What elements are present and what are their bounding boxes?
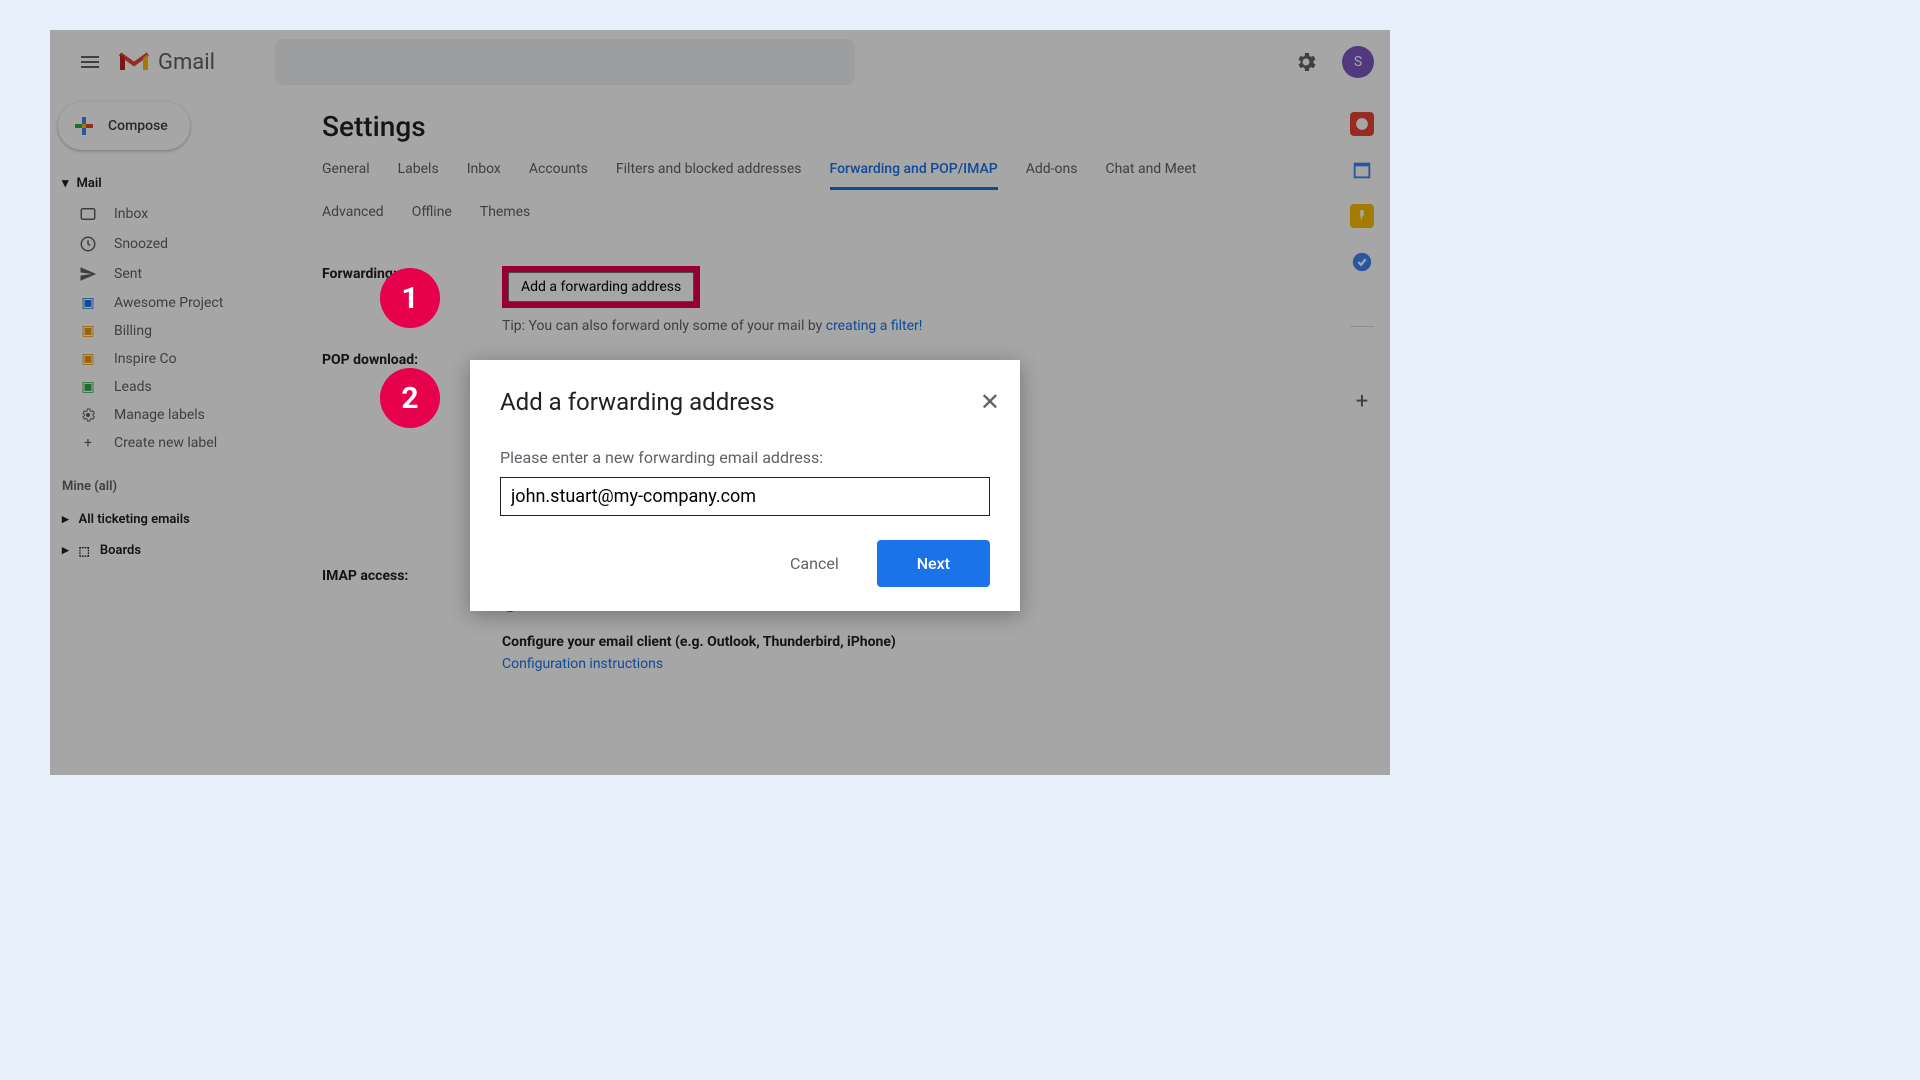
chevron-right-icon: ▸ [62,543,69,558]
add-addon-button[interactable]: + [1356,389,1368,414]
settings-gear-button[interactable] [1286,42,1326,82]
sidebar-item-inbox[interactable]: Inbox [50,199,306,229]
sidebar-item-inspire-co[interactable]: ▣Inspire Co [50,345,306,373]
close-icon: ✕ [980,388,1000,416]
hamburger-menu-button[interactable] [66,38,114,86]
top-bar: Gmail S [50,30,1390,94]
compose-label: Compose [108,118,168,134]
label-icon: ▣ [78,323,98,339]
label-icon: ▣ [78,295,98,311]
tab-advanced[interactable]: Advanced [322,204,384,230]
configuration-instructions-link[interactable]: Configuration instructions [502,656,1318,672]
sidebar-item-leads[interactable]: ▣Leads [50,373,306,401]
chevron-right-icon: ▸ [62,512,69,527]
right-side-panel: + [1334,94,1390,775]
callout-highlight-1: Add a forwarding address [502,266,700,308]
tab-filters[interactable]: Filters and blocked addresses [616,161,802,190]
hamburger-icon [78,50,102,74]
tab-inbox[interactable]: Inbox [467,161,501,190]
keep-addon-icon[interactable] [1350,204,1374,228]
settings-tabs-row1: General Labels Inbox Accounts Filters an… [306,143,1334,190]
page-title: Settings [306,110,1334,143]
cancel-button[interactable]: Cancel [772,542,857,585]
account-avatar[interactable]: S [1342,46,1374,78]
add-forwarding-address-button[interactable]: Add a forwarding address [508,272,694,302]
modal-title: Add a forwarding address [500,388,990,416]
tab-labels[interactable]: Labels [398,161,439,190]
settings-tabs-row2: Advanced Offline Themes [306,190,1334,240]
gmail-logo[interactable]: Gmail [118,50,215,75]
sidebar-item-snoozed[interactable]: Snoozed [50,229,306,259]
chevron-down-icon: ▾ [62,176,69,191]
tab-themes[interactable]: Themes [480,204,530,230]
sidebar-item-awesome-project[interactable]: ▣Awesome Project [50,289,306,317]
tab-forwarding-pop-imap[interactable]: Forwarding and POP/IMAP [830,161,998,190]
modal-prompt: Please enter a new forwarding email addr… [500,448,990,467]
callout-badge-1: 1 [380,268,440,328]
tab-chat-meet[interactable]: Chat and Meet [1105,161,1196,190]
search-input[interactable] [275,39,855,85]
modal-close-button[interactable]: ✕ [980,388,1000,416]
sidebar-item-all-ticketing[interactable]: ▸All ticketing emails [50,504,306,535]
sidebar-item-billing[interactable]: ▣Billing [50,317,306,345]
forwarding-email-input[interactable] [500,477,990,516]
sidebar-item-sent[interactable]: Sent [50,259,306,289]
mine-section-header: Mine (all) [50,469,306,504]
plus-icon: + [78,435,98,451]
next-button[interactable]: Next [877,540,990,587]
tab-general[interactable]: General [322,161,370,190]
callout-badge-2: 2 [380,368,440,428]
gear-icon [1294,50,1318,74]
send-icon [78,265,98,283]
configure-client-heading: Configure your email client (e.g. Outloo… [502,634,1318,650]
gear-small-icon [78,407,98,423]
left-sidebar: Compose ▾ Mail Inbox Snoozed Sent ▣Aweso… [50,94,306,775]
inbox-icon [78,205,98,223]
label-icon: ▣ [78,351,98,367]
creating-filter-link[interactable]: creating a filter! [826,318,923,334]
forwarding-tip: Tip: You can also forward only some of y… [502,318,1318,334]
calendar-addon-icon[interactable] [1350,158,1374,182]
tasks-addon-icon[interactable] [1350,250,1374,274]
addon-icon-1[interactable] [1350,112,1374,136]
add-forwarding-modal: Add a forwarding address ✕ Please enter … [470,360,1020,611]
plus-colored-icon [72,114,96,138]
label-icon: ▣ [78,379,98,395]
sidebar-item-create-label[interactable]: +Create new label [50,429,306,457]
sidebar-item-manage-labels[interactable]: Manage labels [50,401,306,429]
sidebar-item-boards[interactable]: ▸⬚Boards [50,535,306,566]
boards-icon: ⬚ [79,544,90,558]
compose-button[interactable]: Compose [58,102,190,150]
mail-section-header[interactable]: ▾ Mail [50,168,306,199]
tab-offline[interactable]: Offline [412,204,452,230]
tab-addons[interactable]: Add-ons [1026,161,1078,190]
gmail-product-name: Gmail [158,50,215,75]
tab-accounts[interactable]: Accounts [529,161,588,190]
clock-icon [78,235,98,253]
gmail-icon [118,50,150,74]
